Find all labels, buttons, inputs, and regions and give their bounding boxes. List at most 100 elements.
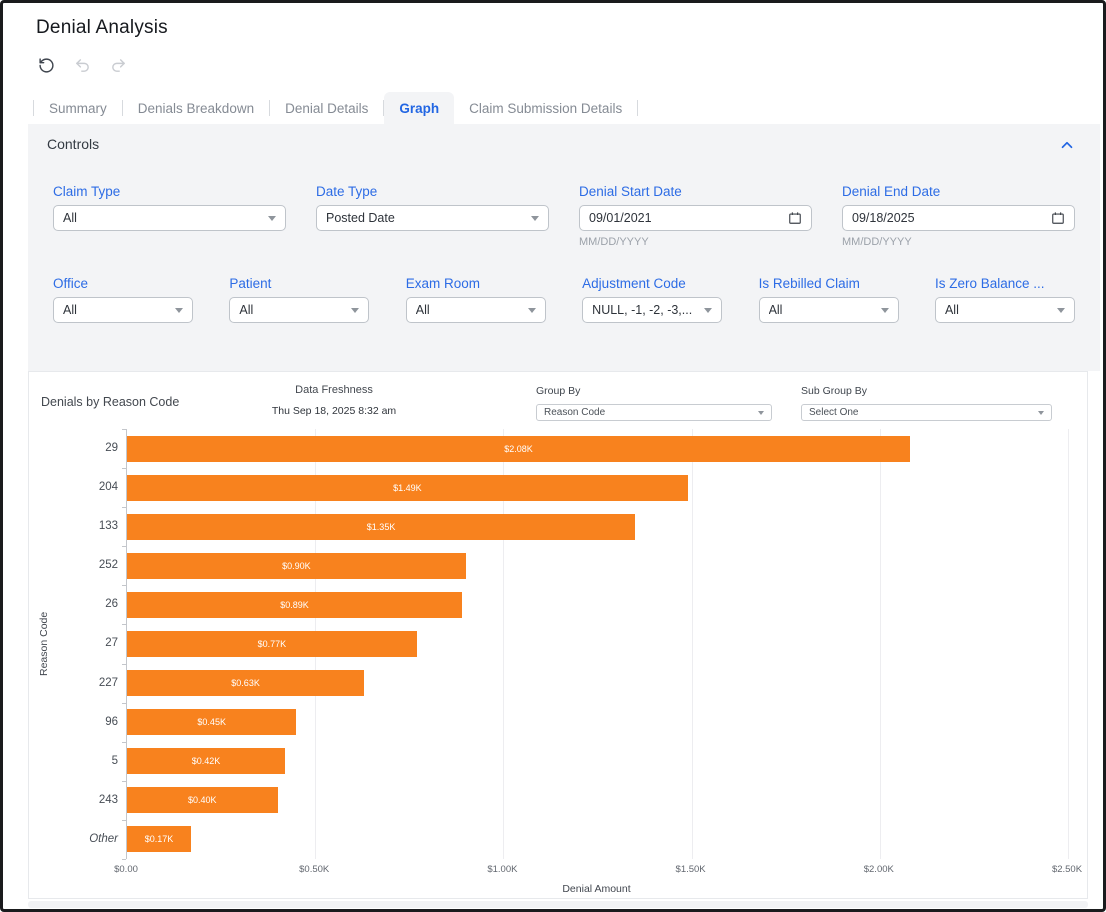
date-format-hint: MM/DD/YYYY [842, 236, 912, 248]
bar-26[interactable]: $0.89K [127, 591, 462, 618]
filter-label: Date Type [316, 184, 378, 199]
tab-claim-submission-details[interactable]: Claim Submission Details [454, 92, 637, 124]
tab-graph[interactable]: Graph [384, 92, 455, 124]
y-tick [122, 468, 126, 469]
select-value: Reason Code [544, 407, 606, 418]
plot-area: $2.08K $1.49K $1.35K $0.90K $0.89K $0.77K $0.6… [122, 429, 1069, 860]
data-freshness-value: Thu Sep 18, 2025 8:32 am [271, 405, 397, 417]
bar-value-label: $1.49K [393, 482, 422, 493]
filter-is-zero-balance: Is Zero Balance ... All [934, 276, 1075, 323]
claim-type-select[interactable]: All [53, 205, 286, 231]
filter-date-type: Date Type Posted Date [316, 184, 549, 248]
calendar-icon[interactable] [788, 211, 802, 225]
bar-243[interactable]: $0.40K [127, 787, 278, 814]
y-tick [122, 781, 126, 782]
filter-label: Denial End Date [842, 184, 941, 199]
bar-252[interactable]: $0.90K [127, 552, 466, 579]
y-tick [122, 703, 126, 704]
bar-29[interactable]: $2.08K [127, 435, 910, 462]
bar-value-label: $0.42K [191, 756, 221, 767]
select-value: Select One [809, 407, 859, 418]
y-tick [122, 585, 126, 586]
filter-denial-end-date: Denial End Date 09/18/2025 MM/DD/YYYY [842, 184, 1075, 248]
denial-start-date-input[interactable]: 09/01/2021 [579, 205, 812, 231]
bar-96[interactable]: $0.45K [127, 709, 297, 736]
bar-value-label: $0.63K [231, 678, 260, 689]
refresh-icon[interactable] [36, 55, 56, 75]
bar-value-label: $2.08K [504, 443, 533, 454]
bar-value-label: $1.35K [366, 521, 396, 532]
y-axis-label: Other [89, 832, 118, 845]
chevron-up-icon[interactable] [1058, 136, 1076, 154]
filter-claim-type: Claim Type All [53, 184, 286, 248]
is-rebilled-claim-select[interactable]: All [758, 297, 899, 323]
x-tick-label: $1.50K [675, 864, 706, 875]
bar-133[interactable]: $1.35K [127, 513, 636, 540]
date-value: 09/18/2025 [852, 211, 915, 225]
gridline [1068, 429, 1069, 859]
caret-down-icon [704, 307, 713, 313]
select-value: All [239, 303, 254, 317]
data-freshness-label: Data Freshness [295, 384, 373, 396]
bar-27[interactable]: $0.77K [127, 631, 417, 657]
group-by-select[interactable]: Reason Code [536, 404, 772, 421]
gridline [879, 429, 881, 859]
denial-end-date-input[interactable]: 09/18/2025 [842, 205, 1075, 231]
is-zero-balance-select[interactable]: All [934, 297, 1075, 323]
y-tick [122, 742, 126, 743]
bar-value-label: $0.40K [188, 795, 217, 806]
date-value: 09/01/2021 [589, 211, 652, 225]
controls-title: Controls [47, 136, 100, 152]
date-type-select[interactable]: Posted Date [316, 205, 549, 231]
caret-down-icon [351, 307, 360, 313]
bar-value-label: $0.90K [282, 560, 311, 571]
sub-group-by-select[interactable]: Select One [801, 404, 1052, 421]
bar-Other[interactable]: $0.17K [127, 826, 191, 853]
calendar-icon[interactable] [1051, 211, 1065, 225]
toolbar [36, 55, 128, 75]
patient-select[interactable]: All [229, 297, 370, 323]
bar-227[interactable]: $0.63K [127, 670, 365, 697]
caret-down-icon [268, 215, 276, 221]
adjustment-code-select[interactable]: NULL, -1, -2, -3,... [582, 297, 723, 323]
y-axis-label: 243 [98, 793, 118, 806]
exam-room-select[interactable]: All [405, 297, 546, 323]
caret-down-icon [880, 307, 889, 313]
caret-down-icon [527, 307, 536, 313]
select-value: NULL, -1, -2, -3,... [592, 303, 693, 317]
tab-denial-details[interactable]: Denial Details [270, 92, 383, 124]
filter-denial-start-date: Denial Start Date 09/01/2021 MM/DD/YYYY [579, 184, 812, 248]
filter-label: Denial Start Date [579, 184, 682, 199]
tab-denials-breakdown[interactable]: Denials Breakdown [123, 92, 269, 124]
filter-is-rebilled-claim: Is Rebilled Claim All [758, 276, 899, 323]
bar-5[interactable]: $0.42K [127, 748, 286, 775]
x-axis-labels: $0.00 $0.50K $1.00K $1.50K $2.00K $2.50K [114, 864, 1082, 876]
bar-204[interactable]: $1.49K [127, 474, 688, 501]
office-select[interactable]: All [53, 297, 193, 323]
tab-bar: Summary Denials Breakdown Denial Details… [33, 92, 639, 124]
sub-group-by-control: Sub Group By Select One [801, 385, 1052, 421]
filter-patient: Patient All [229, 276, 370, 323]
y-axis-label: 27 [105, 637, 118, 650]
select-value: All [63, 211, 77, 225]
filter-exam-room: Exam Room All [405, 276, 546, 323]
tab-summary[interactable]: Summary [34, 92, 122, 124]
undo-icon[interactable] [72, 55, 92, 75]
denial-analysis-window: Denial Analysis Summary Denials Breakdow… [0, 0, 1106, 912]
bar-value-label: $0.17K [144, 834, 174, 845]
y-axis-label: 5 [111, 754, 118, 767]
y-axis-label: 227 [98, 676, 118, 689]
y-axis-label: 133 [98, 520, 118, 533]
y-tick [122, 624, 126, 625]
filter-label: Patient [229, 276, 272, 291]
bar-value-label: $0.89K [280, 599, 309, 610]
select-value: All [768, 303, 783, 317]
filter-label: Is Rebilled Claim [758, 276, 860, 291]
y-tick [122, 546, 126, 547]
y-tick [122, 859, 126, 860]
select-value: All [63, 303, 77, 317]
bar-value-label: $0.45K [197, 717, 226, 728]
redo-icon[interactable] [108, 55, 128, 75]
data-freshness: Data Freshness Thu Sep 18, 2025 8:32 am [254, 384, 414, 417]
y-axis-label: 96 [105, 715, 118, 728]
